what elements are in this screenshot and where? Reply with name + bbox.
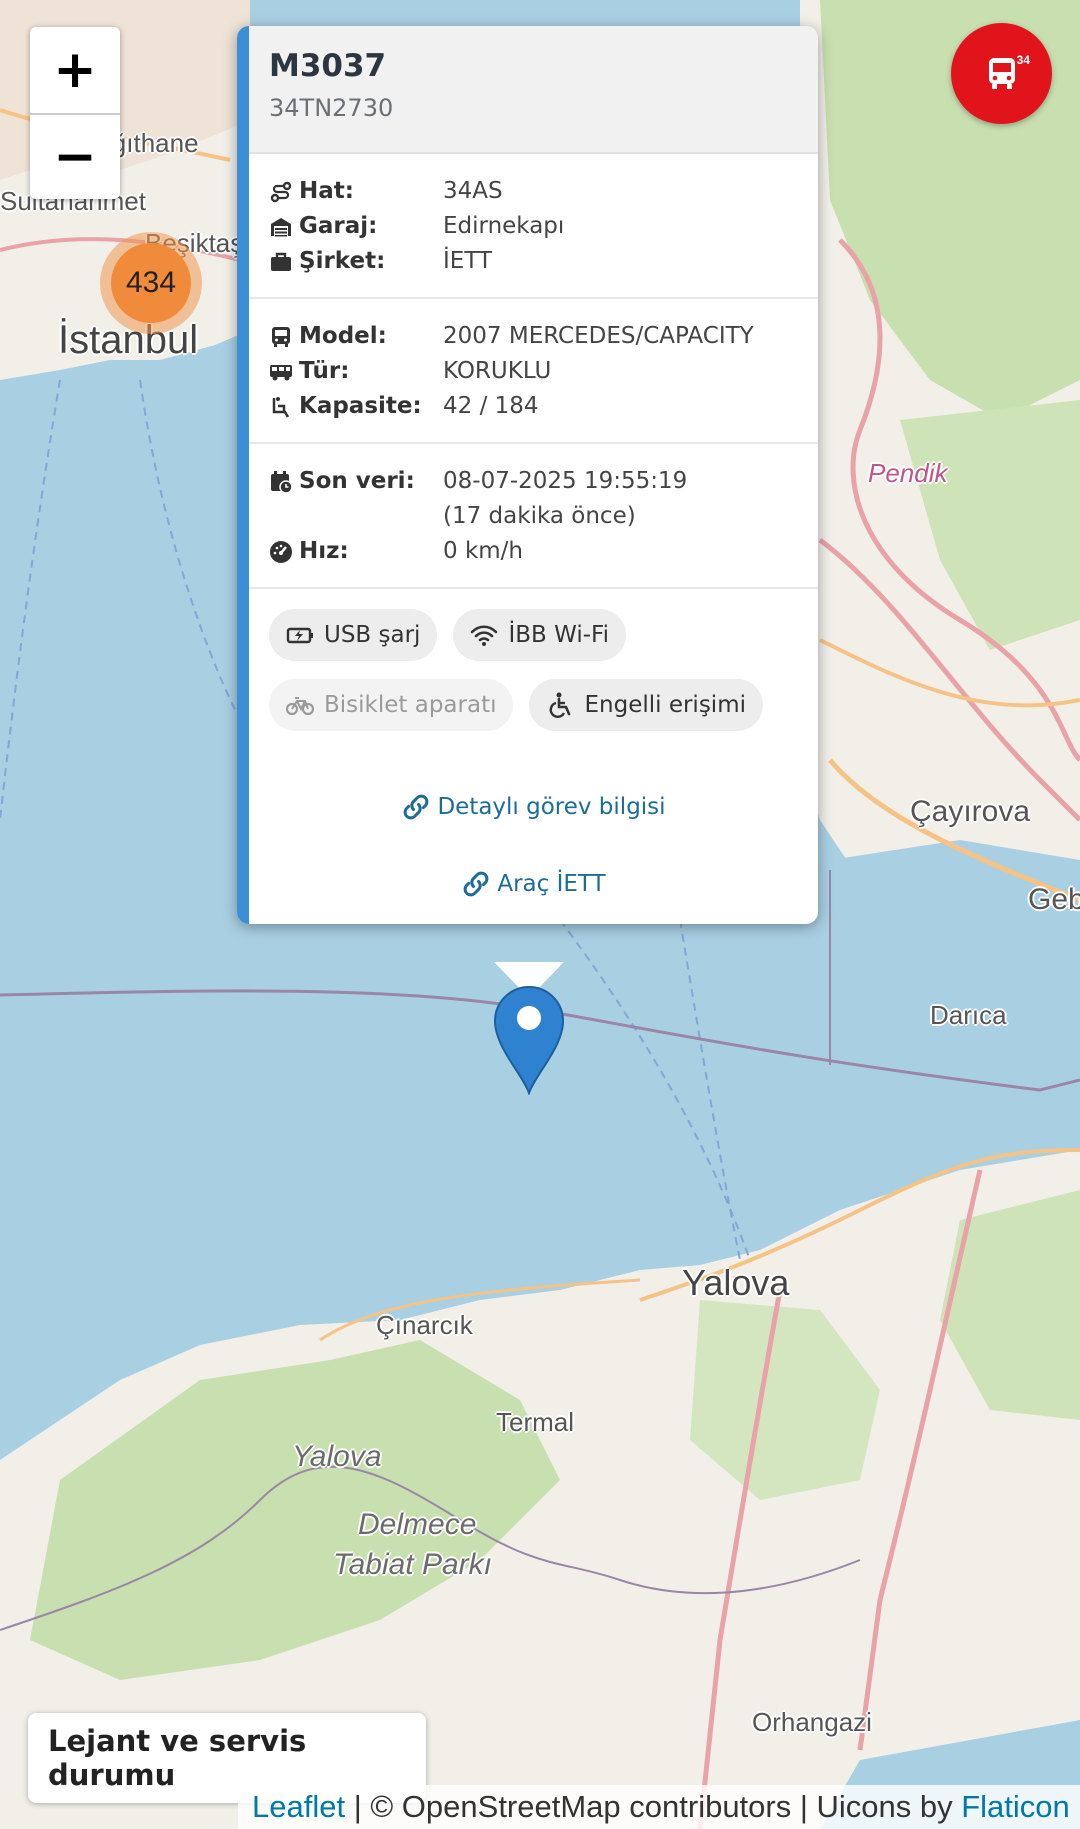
- info-label: Şirket:: [299, 248, 386, 274]
- info-value: 2007 MERCEDES/CAPACITY: [443, 323, 754, 349]
- info-row-garage: Garaj: Edirnekapı: [269, 209, 798, 244]
- popup-header: M3037 34TN2730: [249, 26, 818, 154]
- speedometer-icon: [270, 540, 292, 563]
- feature-chip-wifi: İBB Wi-Fi: [453, 609, 626, 661]
- info-label: Model:: [299, 323, 387, 349]
- place-label: Orhangazi: [752, 1707, 872, 1737]
- task-detail-label: Detaylı görev bilgisi: [437, 794, 666, 820]
- info-label: Son veri:: [299, 468, 415, 494]
- vehicle-iett-link[interactable]: Araç İETT: [461, 869, 606, 899]
- vehicle-location-marker[interactable]: [493, 985, 565, 1095]
- info-row-company: Şirket: İETT: [269, 244, 798, 279]
- link-icon: [404, 794, 429, 820]
- place-label: Çınarcık: [376, 1310, 473, 1340]
- calendar-clock-icon: [271, 470, 293, 494]
- feature-label: Bisiklet aparatı: [324, 692, 497, 718]
- task-detail-link[interactable]: Detaylı görev bilgisi: [401, 792, 666, 822]
- usb-charge-icon: [286, 627, 313, 644]
- zoom-out-button[interactable]: −: [30, 113, 120, 199]
- bus-route-button[interactable]: 34: [951, 23, 1052, 124]
- wheelchair-icon: [550, 692, 571, 718]
- feature-chip-accessible: Engelli erişimi: [529, 679, 763, 731]
- vehicle-popup: M3037 34TN2730 Hat: 34AS Garaj: Edirneka…: [237, 26, 818, 924]
- bus-icon: [272, 326, 290, 347]
- info-value: İETT: [443, 248, 493, 274]
- link-icon: [463, 871, 489, 897]
- feature-chips: USB şarj İBB Wi-Fi Bisiklet aparatı Enge…: [249, 589, 818, 731]
- info-label: Hız:: [299, 538, 349, 564]
- place-label: Darıca: [930, 1000, 1007, 1030]
- route-section: Hat: 34AS Garaj: Edirnekapı Şirket: İETT: [249, 154, 818, 299]
- vehicle-id: M3037: [269, 48, 387, 84]
- info-row-last-data: Son veri: 08-07-2025 19:55:19 (17 dakika…: [269, 464, 798, 534]
- zoom-in-button[interactable]: +: [30, 27, 120, 113]
- info-row-capacity: Kapasite: 42 / 184: [269, 389, 798, 424]
- leaflet-link[interactable]: Leaflet: [252, 1789, 345, 1824]
- place-label: Pendik: [868, 458, 948, 488]
- speed-value: 0 km/h: [443, 538, 523, 564]
- place-label: Termal: [496, 1407, 575, 1437]
- feature-chip-usb: USB şarj: [269, 609, 438, 661]
- place-label: Yalova: [292, 1440, 382, 1473]
- van-icon: [270, 364, 292, 380]
- feature-label: İBB Wi-Fi: [508, 622, 609, 648]
- route-icon: [270, 181, 292, 202]
- feature-label: Engelli erişimi: [584, 692, 746, 718]
- feature-label: USB şarj: [324, 622, 421, 648]
- place-label: Gebze: [1028, 883, 1080, 916]
- last-data-timestamp: 08-07-2025 19:55:19: [443, 468, 688, 494]
- place-label: Tabiat Parkı: [333, 1548, 492, 1581]
- info-value: KORUKLU: [443, 358, 552, 384]
- info-label: Kapasite:: [299, 393, 422, 419]
- vehicle-section: Model: 2007 MERCEDES/CAPACITY Tür: KORUK…: [249, 299, 818, 444]
- marker-cluster[interactable]: 434: [100, 232, 202, 334]
- zoom-control: + −: [30, 27, 120, 199]
- info-label: Garaj:: [299, 213, 378, 239]
- license-plate: 34TN2730: [269, 94, 394, 122]
- info-row-type: Tür: KORUKLU: [269, 354, 798, 389]
- info-row-speed: Hız: 0 km/h: [269, 534, 798, 569]
- place-label: Yalova: [682, 1262, 790, 1303]
- feature-chip-bicycle: Bisiklet aparatı: [269, 679, 514, 731]
- attribution-text: | © OpenStreetMap contributors | Uicons …: [345, 1789, 962, 1824]
- info-value: 34AS: [443, 178, 503, 204]
- info-row-line: Hat: 34AS: [269, 174, 798, 209]
- garage-icon: [271, 217, 291, 236]
- status-section: Son veri: 08-07-2025 19:55:19 (17 dakika…: [249, 444, 818, 589]
- route-badge: 34: [1016, 53, 1030, 67]
- info-label: Tür:: [299, 358, 350, 384]
- info-row-model: Model: 2007 MERCEDES/CAPACITY: [269, 319, 798, 354]
- briefcase-icon: [271, 252, 291, 271]
- seat-icon: [272, 396, 290, 418]
- info-value: Edirnekapı: [443, 213, 565, 239]
- info-label: Hat:: [299, 178, 354, 204]
- place-label: Delmece: [358, 1508, 477, 1541]
- cluster-count: 434: [111, 243, 191, 323]
- popup-accent-bar: [237, 26, 249, 924]
- info-value: 42 / 184: [443, 393, 539, 419]
- last-data-ago: (17 dakika önce): [443, 503, 636, 529]
- bicycle-icon: [286, 697, 314, 716]
- map-attribution: Leaflet | © OpenStreetMap contributors |…: [238, 1785, 1080, 1829]
- wifi-icon: [471, 625, 498, 646]
- place-label: Çayırova: [910, 795, 1031, 828]
- bus-icon: [988, 57, 1015, 89]
- vehicle-iett-label: Araç İETT: [497, 871, 606, 897]
- flaticon-link[interactable]: Flaticon: [961, 1789, 1070, 1824]
